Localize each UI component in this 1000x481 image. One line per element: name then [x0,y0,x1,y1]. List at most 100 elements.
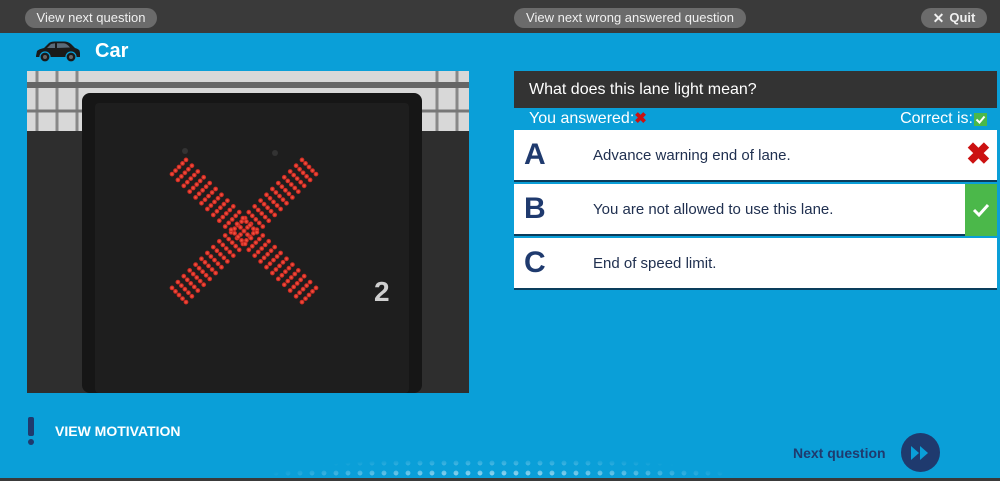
signal-led [205,250,210,256]
signal-led [258,259,263,264]
signal-led [210,244,216,250]
view-motivation-button[interactable]: VIEW MOTIVATION [27,417,180,445]
signal-led [239,238,245,243]
signal-led [310,289,315,294]
signal-led [173,168,178,173]
signal-led [196,191,202,197]
signal-led [271,199,276,205]
next-question-button[interactable]: Next question [793,433,940,472]
signal-led [212,257,217,263]
signal-led [268,248,274,254]
signal-led [175,279,181,285]
signal-led [293,293,299,299]
signal-led [221,201,227,207]
signal-led [267,261,273,267]
signal-led [236,247,242,253]
correct-is: Correct is: [900,110,987,128]
signal-led [238,225,243,230]
signal-led [206,193,211,199]
signal-led [245,232,250,238]
signal-led [255,207,261,213]
signal-led [307,177,313,183]
signal-led [262,242,268,248]
fast-forward-icon[interactable] [900,433,940,472]
correct-is-label: Correct is: [900,110,973,127]
signal-led [279,184,285,190]
signal-led [229,217,235,222]
signal-led [181,183,187,189]
wrong-x-icon: ✖ [634,110,647,127]
signal-led [295,189,301,194]
sign-number: 2 [374,276,390,307]
view-motivation-label: VIEW MOTIVATION [55,423,181,439]
signal-led [287,288,293,293]
signal-led [280,197,286,203]
signal-led [285,178,291,184]
signal-led [297,290,302,296]
signal-led [180,161,185,166]
signal-led [300,170,306,176]
signal-led [278,250,283,256]
signal-led [207,180,213,186]
signal-led [219,264,224,270]
main-area: Car 2 What does this lane light mean? Yo… [0,33,1000,478]
signal-led [199,200,204,206]
signal-led [193,195,199,200]
signal-led [284,256,289,262]
signal-led [234,221,240,227]
signal-led [169,171,175,177]
signal-led [261,255,267,261]
signal-led [222,233,228,238]
signal-led [180,296,185,301]
signal-led [299,299,305,305]
signal-led [278,206,283,212]
signal-led [186,166,191,172]
result-row: You answered: ✖ Correct is: [514,108,997,130]
signal-led [294,176,300,181]
signal-led [200,187,206,193]
answer-option-a[interactable]: A Advance warning end of lane. ✖ [514,130,997,182]
decorative-dot-pattern [150,418,850,478]
signal-led [223,246,229,251]
signal-led [235,234,241,240]
option-letter: B [524,192,546,225]
signal-led [225,198,230,203]
signal-led [232,230,238,236]
signal-led [256,236,262,242]
signal-led [246,209,252,215]
signal-led [275,180,281,186]
signal-led [191,172,197,178]
signal-led [288,182,294,187]
signal-led [181,273,187,279]
view-next-question-button[interactable]: View next question [25,8,157,28]
signal-led [262,214,268,220]
signal-led [249,213,255,219]
signal-led [208,254,214,259]
signal-led [214,248,220,254]
signal-led [191,284,197,290]
signal-led [209,190,215,195]
signal-led [294,281,300,286]
signal-led [306,292,312,298]
signal-led [210,212,216,218]
signal-led [189,163,195,169]
signal-led [266,218,272,224]
signal-led [202,259,208,265]
signal-led [259,211,265,216]
checkmark-icon [974,112,987,126]
signal-led [298,277,304,283]
signal-led [301,273,307,279]
signal-led [184,179,190,185]
signal-led [301,183,307,189]
signal-led [256,220,262,226]
view-next-wrong-question-button[interactable]: View next wrong answered question [514,8,746,28]
signal-led [277,193,282,199]
signal-led [286,265,292,271]
signal-led [176,164,182,170]
signal-led [223,211,229,216]
answer-option-b[interactable]: B You are not allowed to use this lane. [514,184,997,236]
answer-option-c[interactable]: C End of speed limit. [514,238,997,290]
signal-led [218,205,223,211]
signal-led [293,163,299,169]
quit-button[interactable]: ✕ Quit [921,8,987,28]
